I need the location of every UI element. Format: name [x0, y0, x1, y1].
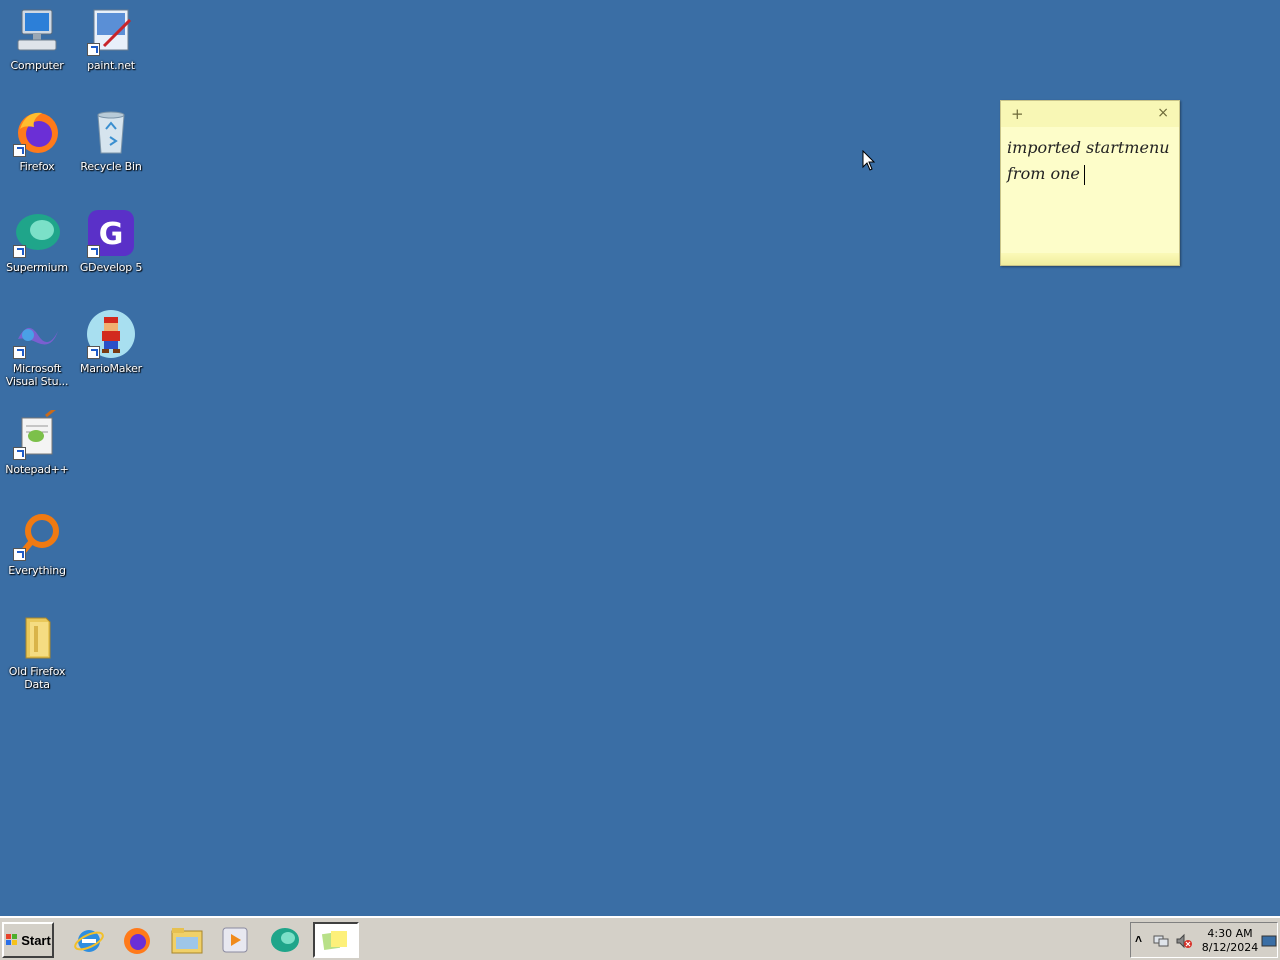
taskbar-supermium[interactable]	[262, 922, 308, 958]
taskbar-file-explorer[interactable]	[164, 922, 210, 958]
shortcut-arrow-icon	[13, 447, 26, 460]
shortcut-arrow-icon	[13, 548, 26, 561]
desktop-icon-supermium[interactable]: Supermium	[0, 202, 74, 298]
desktop-icon-visual-studio[interactable]: Microsoft Visual Stu...	[0, 303, 74, 399]
sticky-note-line: imported startmenu	[1007, 138, 1170, 157]
clock[interactable]: 4:30 AM 8/12/2024	[1201, 927, 1259, 955]
system-tray: ˄ 4:30 AM 8/12/2024	[1130, 922, 1278, 958]
icon-label: Everything	[8, 564, 66, 577]
recycle-bin-icon	[86, 107, 136, 157]
taskbar-internet-explorer[interactable]	[66, 922, 112, 958]
sticky-note-titlebar[interactable]: + ×	[1001, 101, 1179, 127]
desktop-icon-recycle-bin[interactable]: Recycle Bin	[74, 101, 148, 197]
icon-label: MarioMaker	[79, 362, 143, 375]
start-button[interactable]: Start	[2, 922, 54, 958]
mouse-cursor-icon	[862, 150, 876, 171]
desktop-icon-computer[interactable]: Computer	[0, 0, 74, 96]
sticky-notes-icon	[321, 931, 347, 951]
volume-muted-icon[interactable]	[1175, 933, 1193, 949]
mariomaker-icon	[86, 309, 136, 359]
icon-label: Supermium	[6, 261, 68, 274]
desktop-icon-notepadpp[interactable]: Notepad++	[0, 404, 74, 500]
taskbar-media-player[interactable]	[212, 922, 258, 958]
icon-label: Microsoft Visual Stu...	[5, 362, 69, 388]
shortcut-arrow-icon	[87, 43, 100, 56]
sticky-note[interactable]: + × imported startmenu from one	[1000, 100, 1180, 266]
desktop-icon-old-firefox-data[interactable]: Old Firefox Data	[0, 606, 74, 702]
shortcut-arrow-icon	[13, 144, 26, 157]
media-player-icon	[222, 927, 248, 953]
notepadpp-icon	[12, 406, 62, 460]
internet-explorer-icon	[74, 930, 104, 952]
sticky-note-line: from one	[1007, 164, 1080, 183]
close-note-button[interactable]: ×	[1157, 105, 1169, 121]
desktop-icon-mariomaker[interactable]: MarioMaker	[74, 303, 148, 399]
folder-icon	[12, 612, 62, 662]
add-note-button[interactable]: +	[1011, 105, 1024, 123]
shortcut-arrow-icon	[13, 245, 26, 258]
windows-logo-icon	[6, 934, 18, 945]
start-label: Start	[21, 932, 51, 948]
file-explorer-icon	[171, 928, 203, 954]
gdevelop-icon: G	[86, 208, 136, 258]
visual-studio-icon	[12, 309, 62, 359]
paintnet-icon	[86, 6, 136, 56]
clock-date: 8/12/2024	[1201, 941, 1259, 954]
icon-label: GDevelop 5	[79, 261, 143, 274]
network-icon[interactable]	[1153, 933, 1169, 949]
shortcut-arrow-icon	[87, 346, 100, 359]
shortcut-arrow-icon	[87, 245, 100, 258]
icon-label: Old Firefox Data	[8, 665, 66, 691]
icon-label: paint.net	[87, 59, 135, 72]
shortcut-arrow-icon	[13, 346, 26, 359]
taskbar-sticky-notes[interactable]	[313, 922, 359, 958]
text-caret	[1083, 164, 1085, 185]
taskbar: Start ˄ 4:30 AM 8/12/2024	[0, 916, 1280, 960]
clock-time: 4:30 AM	[1207, 927, 1253, 940]
icon-label: Recycle Bin	[80, 160, 142, 173]
desktop-icon-gdevelop[interactable]: G GDevelop 5	[74, 202, 148, 298]
desktop: Computer Firefox Supermium Microsoft Vis…	[0, 0, 1280, 916]
everything-icon	[12, 511, 62, 561]
desktop-icon-paintnet[interactable]: paint.net	[74, 0, 148, 96]
desktop-icon-everything[interactable]: Everything	[0, 505, 74, 601]
computer-icon	[12, 6, 62, 56]
svg-text:G: G	[99, 217, 124, 252]
desktop-icon-firefox[interactable]: Firefox	[0, 101, 74, 197]
firefox-icon	[12, 107, 62, 157]
sticky-note-line-with-caret: from one	[1007, 161, 1173, 187]
sticky-note-text[interactable]: imported startmenu from one	[1001, 127, 1179, 195]
show-hidden-icons-button[interactable]: ˄	[1135, 932, 1142, 946]
icon-label: Computer	[10, 59, 64, 72]
supermium-icon	[12, 208, 62, 258]
firefox-icon	[124, 928, 150, 954]
sticky-note-resize-bar[interactable]	[1001, 253, 1179, 265]
icon-label: Firefox	[19, 160, 55, 173]
supermium-icon	[271, 928, 299, 952]
icon-label: Notepad++	[5, 463, 69, 476]
taskbar-firefox[interactable]	[114, 922, 160, 958]
show-desktop-icon[interactable]	[1261, 935, 1277, 947]
